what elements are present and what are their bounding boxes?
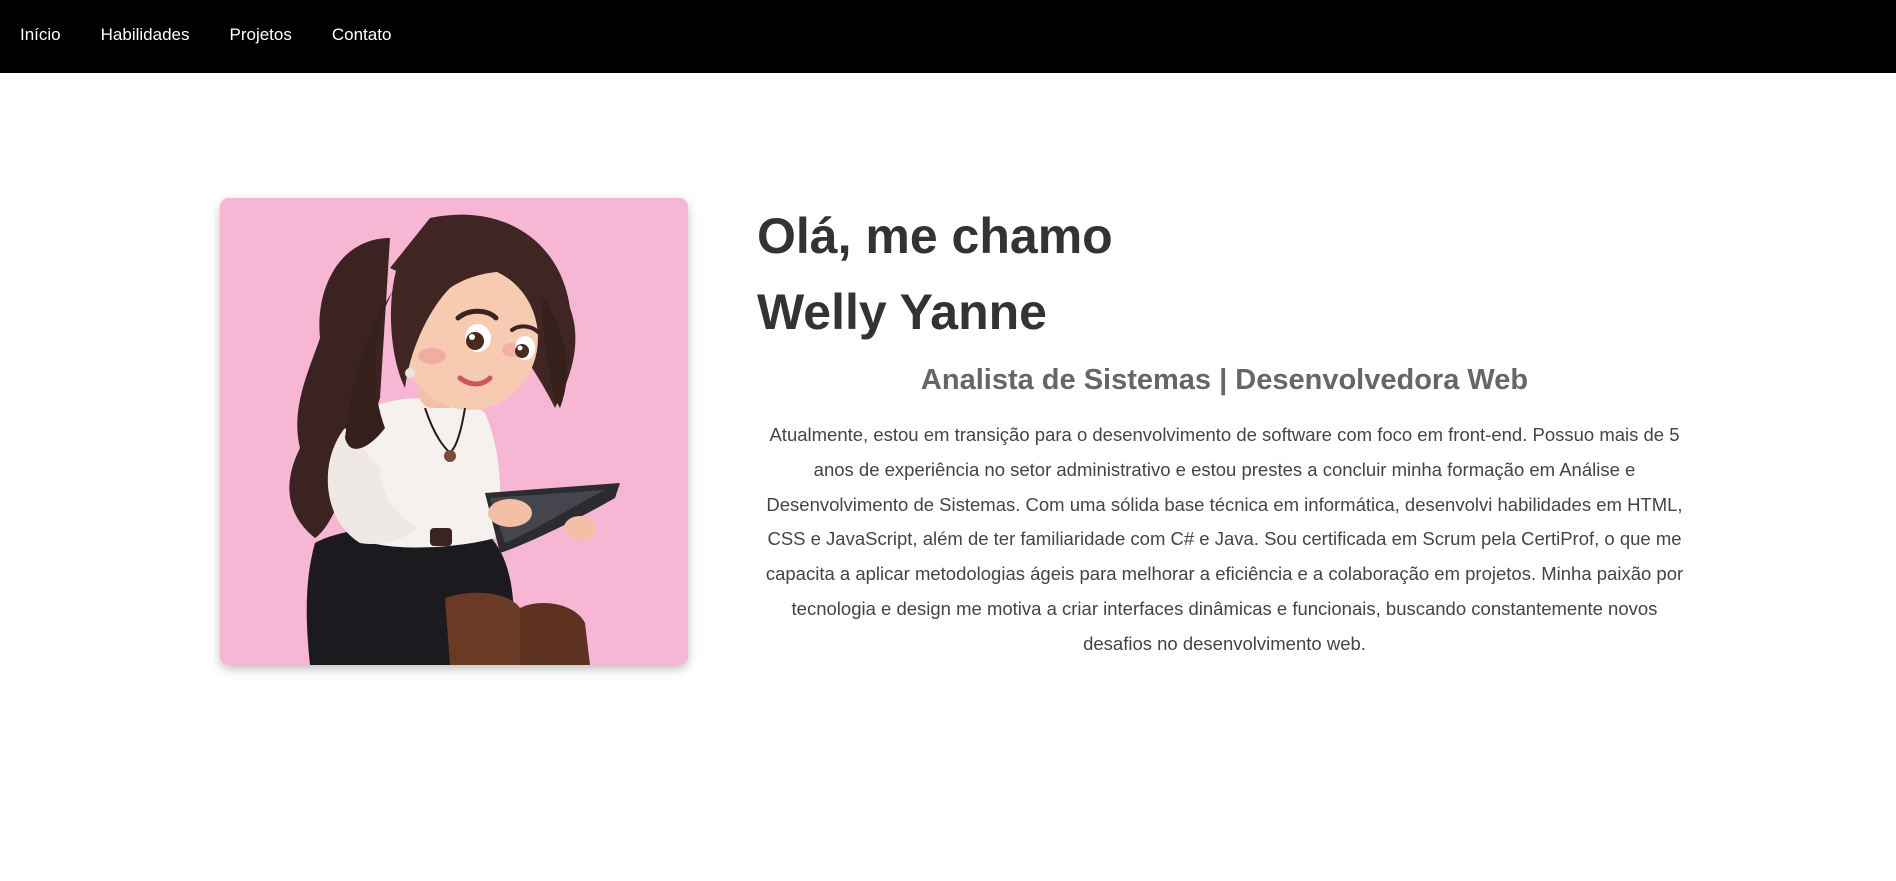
nav-link-contato[interactable]: Contato <box>332 26 392 47</box>
nav-link-projetos[interactable]: Projetos <box>229 26 291 47</box>
job-title: Analista de Sistemas | Desenvolvedora We… <box>920 364 1529 396</box>
intro-block: Olá, me chamo Welly Yanne Analista de Si… <box>757 198 1692 662</box>
nav-link-habilidades[interactable]: Habilidades <box>101 26 190 47</box>
greeting-line-1: Olá, me chamo <box>757 208 1113 264</box>
greeting-heading: Olá, me chamo Welly Yanne <box>757 198 1692 350</box>
bio-paragraph: Atualmente, estou em transição para o de… <box>765 424 1684 654</box>
hero-section: Olá, me chamo Welly Yanne Analista de Si… <box>0 73 1896 881</box>
top-navbar: Início Habilidades Projetos Contato <box>0 0 1896 73</box>
illustrated-portrait-image <box>220 198 688 665</box>
name-heading: Welly Yanne <box>757 284 1047 340</box>
profile-portrait <box>220 198 688 665</box>
nav-link-inicio[interactable]: Início <box>20 26 61 47</box>
